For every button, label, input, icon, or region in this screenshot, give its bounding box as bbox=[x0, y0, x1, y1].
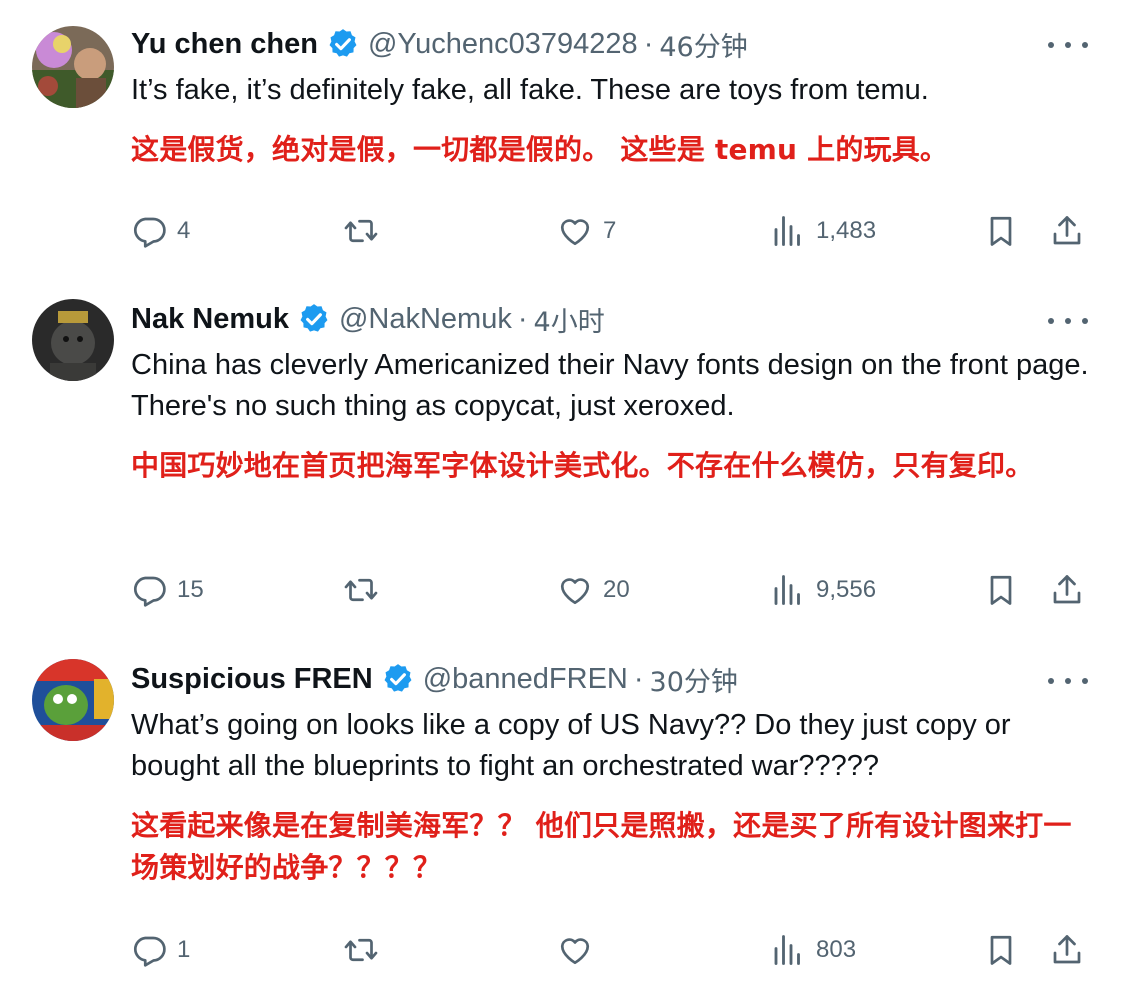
share-button[interactable] bbox=[1049, 211, 1085, 251]
like-count: 7 bbox=[603, 217, 617, 244]
tweet-translation: 这是假货，绝对是假，一切都是假的。 这些是 temu 上的玩具。 bbox=[131, 133, 949, 166]
author-handle[interactable]: @NakNemuk bbox=[339, 303, 512, 336]
bookmark-icon bbox=[983, 932, 1019, 968]
author-handle[interactable]: @bannedFREN bbox=[423, 663, 628, 696]
share-icon bbox=[1049, 213, 1085, 249]
tweet-text: China has cleverly Americanized their Na… bbox=[131, 349, 1089, 422]
post-time[interactable]: 4小时 bbox=[534, 300, 605, 339]
post-time[interactable]: 46分钟 bbox=[659, 25, 747, 64]
views-count: 9,556 bbox=[816, 576, 877, 603]
repost-button[interactable] bbox=[343, 570, 389, 610]
share-icon bbox=[1049, 932, 1085, 968]
avatar[interactable] bbox=[32, 26, 114, 108]
reply-count: 1 bbox=[177, 936, 191, 963]
like-button[interactable]: 20 bbox=[557, 570, 630, 610]
views-button[interactable]: 1,483 bbox=[770, 211, 876, 251]
bookmark-button[interactable] bbox=[983, 211, 1019, 251]
like-button[interactable]: 7 bbox=[557, 211, 616, 251]
views-button[interactable]: 803 bbox=[770, 930, 856, 970]
separator-dot: · bbox=[517, 302, 528, 335]
like-count: 20 bbox=[603, 576, 630, 603]
repost-icon bbox=[343, 213, 379, 249]
views-button[interactable]: 9,556 bbox=[770, 570, 876, 610]
reply-button[interactable]: 4 bbox=[131, 211, 190, 251]
views-count: 803 bbox=[816, 936, 857, 963]
reply-icon bbox=[131, 572, 167, 608]
author-name[interactable]: Yu chen chen bbox=[131, 28, 318, 61]
heart-icon bbox=[557, 572, 593, 608]
avatar[interactable] bbox=[32, 299, 114, 381]
verified-badge-icon bbox=[297, 302, 331, 336]
more-icon[interactable] bbox=[1048, 35, 1088, 55]
bookmark-icon bbox=[983, 572, 1019, 608]
share-button[interactable] bbox=[1049, 570, 1085, 610]
heart-icon bbox=[557, 213, 593, 249]
bookmark-icon bbox=[983, 213, 1019, 249]
tweet-text: It’s fake, it’s definitely fake, all fak… bbox=[131, 74, 929, 106]
author-handle[interactable]: @Yuchenc03794228 bbox=[368, 28, 638, 61]
tweet-text: What’s going on looks like a copy of US … bbox=[131, 709, 1011, 782]
separator-dot: · bbox=[643, 27, 654, 60]
verified-badge-icon bbox=[381, 662, 415, 696]
reply-icon bbox=[131, 932, 167, 968]
reply-button[interactable]: 15 bbox=[131, 570, 204, 610]
views-icon bbox=[770, 572, 806, 608]
repost-button[interactable] bbox=[343, 211, 389, 251]
views-icon bbox=[770, 213, 806, 249]
repost-button[interactable] bbox=[343, 930, 389, 970]
more-icon[interactable] bbox=[1048, 311, 1088, 331]
reply-count: 15 bbox=[177, 576, 204, 603]
avatar[interactable] bbox=[32, 659, 114, 741]
post-time[interactable]: 30分钟 bbox=[650, 660, 738, 699]
repost-icon bbox=[343, 932, 379, 968]
reply-button[interactable]: 1 bbox=[131, 930, 190, 970]
separator-dot: · bbox=[633, 662, 644, 695]
share-icon bbox=[1049, 572, 1085, 608]
reply-count: 4 bbox=[177, 217, 191, 244]
more-icon[interactable] bbox=[1048, 671, 1088, 691]
verified-badge-icon bbox=[326, 27, 360, 61]
repost-icon bbox=[343, 572, 379, 608]
tweet-translation: 中国巧妙地在首页把海军字体设计美式化。不存在什么模仿，只有复印。 bbox=[131, 449, 1034, 482]
like-button[interactable] bbox=[557, 930, 603, 970]
tweet-translation: 这看起来像是在复制美海军？？ 他们只是照搬，还是买了所有设计图来打一场策划好的战… bbox=[131, 809, 1072, 884]
reply-icon bbox=[131, 213, 167, 249]
bookmark-button[interactable] bbox=[983, 930, 1019, 970]
author-name[interactable]: Nak Nemuk bbox=[131, 303, 289, 336]
heart-icon bbox=[557, 932, 593, 968]
author-name[interactable]: Suspicious FREN bbox=[131, 663, 373, 696]
bookmark-button[interactable] bbox=[983, 570, 1019, 610]
views-count: 1,483 bbox=[816, 217, 877, 244]
share-button[interactable] bbox=[1049, 930, 1085, 970]
views-icon bbox=[770, 932, 806, 968]
